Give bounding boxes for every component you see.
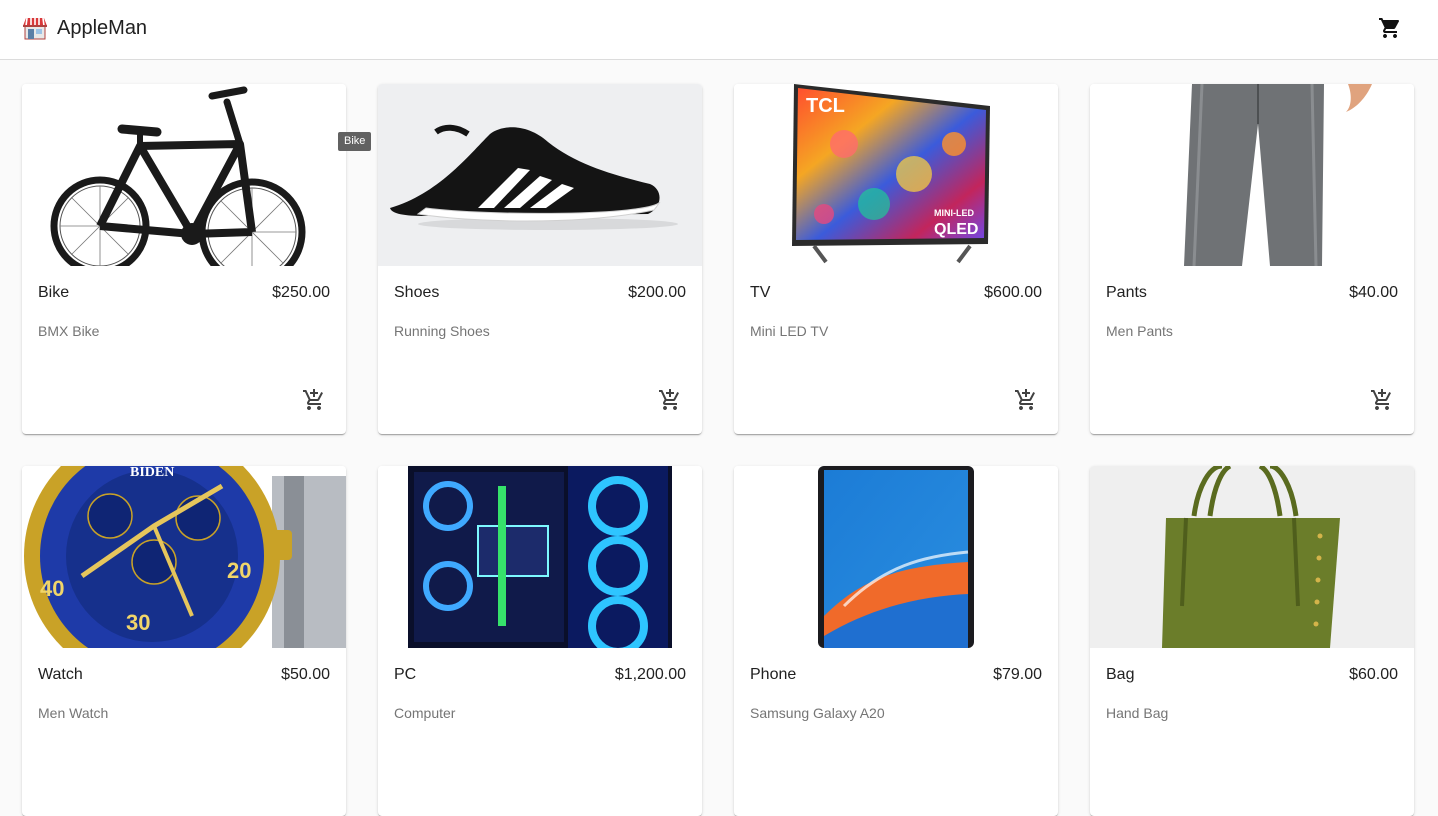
add-shopping-cart-icon [1371,389,1391,410]
product-description: BMX Bike [38,323,100,339]
add-shopping-cart-icon [1015,389,1035,410]
product-card-bike[interactable]: Bike $250.00 BMX Bike [22,84,346,434]
product-name: Bag [1106,666,1135,683]
product-card-watch[interactable]: BIDEN 40 20 30 Watch $50.00 Men Watch [22,466,346,816]
product-card-tv[interactable]: TCL MINI-LED QLED TV $600.00 Mini LED TV [734,84,1058,434]
product-card-pc[interactable]: PC $1,200.00 Computer [378,466,702,816]
watch-brand-text: BIDEN [130,466,174,480]
product-image-bike [22,84,346,266]
product-image-pc [378,466,702,648]
add-shopping-cart-icon [303,389,323,410]
product-name: Shoes [394,284,440,301]
product-image-watch: BIDEN 40 20 30 [22,466,346,648]
add-to-cart-button[interactable] [654,384,686,416]
product-price: $50.00 [281,666,330,683]
product-price: $600.00 [984,284,1042,301]
product-image-shoes [378,84,702,266]
product-name: TV [750,284,771,301]
product-name: Bike [38,284,70,301]
product-card-shoes[interactable]: Shoes $200.00 Running Shoes [378,84,702,434]
add-to-cart-button[interactable] [298,384,330,416]
storefront-icon [22,16,48,40]
product-description: Mini LED TV [750,323,829,339]
product-name: PC [394,666,417,683]
add-shopping-cart-icon [659,389,679,410]
product-name: Watch [38,666,83,683]
product-price: $79.00 [993,666,1042,683]
product-card-bag[interactable]: Bag $60.00 Hand Bag [1090,466,1414,816]
product-image-phone [734,466,1058,648]
product-description: Hand Bag [1106,705,1169,721]
watch-bezel-30: 30 [126,610,150,635]
watch-bezel-20: 20 [227,558,251,583]
watch-bezel-40: 40 [40,576,64,601]
product-price: $40.00 [1349,284,1398,301]
brand-title: AppleMan [57,17,148,39]
product-description: Men Pants [1106,323,1173,339]
product-description: Computer [394,705,456,721]
tv-brand-text: TCL [806,95,845,117]
tv-badge-line1: MINI-LED [934,208,974,218]
product-price: $60.00 [1349,666,1398,683]
app-bar: AppleMan [0,0,1438,60]
product-description: Running Shoes [394,323,490,339]
product-description: Samsung Galaxy A20 [750,705,885,721]
product-image-tv: TCL MINI-LED QLED [734,84,1058,266]
product-name: Phone [750,666,797,683]
cart-button[interactable] [1374,12,1406,44]
product-card-phone[interactable]: Phone $79.00 Samsung Galaxy A20 [734,466,1058,816]
product-description: Men Watch [38,705,109,721]
add-to-cart-button[interactable] [1366,384,1398,416]
product-image-pants [1090,84,1414,266]
tv-badge-line2: QLED [934,221,978,238]
product-price: $250.00 [272,284,330,301]
shopping-cart-icon [1379,18,1400,38]
product-price: $1,200.00 [614,666,686,683]
product-price: $200.00 [628,284,686,301]
add-to-cart-button[interactable] [1010,384,1042,416]
product-image-bag [1090,466,1414,648]
image-tooltip: Bike [338,132,372,151]
product-card-pants[interactable]: Pants $40.00 Men Pants [1090,84,1414,434]
product-name: Pants [1106,284,1147,301]
